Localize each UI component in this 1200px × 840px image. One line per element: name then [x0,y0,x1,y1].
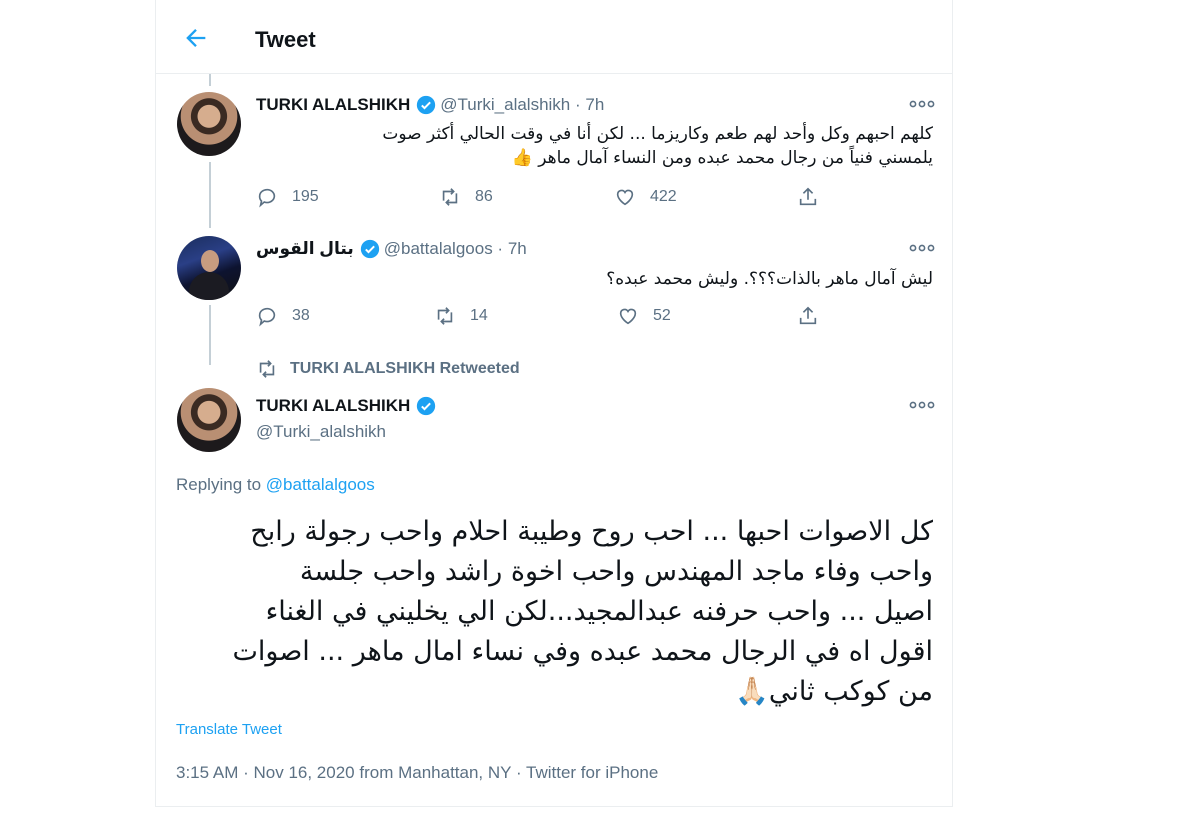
dot-separator: · [570,95,586,114]
tweet-author-row: بتال القوس @battalalgoos · 7h [256,239,527,259]
avatar[interactable] [177,236,241,300]
tweet-date[interactable]: Nov 16, 2020 [254,763,355,782]
dot-separator: · [243,763,254,782]
like-button[interactable]: 52 [617,305,671,327]
avatar-body [189,272,229,300]
like-count: 422 [650,188,677,205]
retweet-icon [437,307,453,325]
tweet-location[interactable]: from Manhattan, NY [359,763,511,782]
author-name[interactable]: بتال القوس [256,239,354,259]
author-handle[interactable]: @Turki_alalshikh [256,422,386,442]
reply-button[interactable]: 38 [256,305,310,327]
replying-to-link[interactable]: @battalalgoos [266,475,375,494]
share-icon [799,187,817,206]
page-title: Tweet [255,27,316,52]
tweet-author-row: TURKI ALALSHIKH [256,396,440,416]
tweet-text-line: يلمسني فنياً من رجال محمد عبده ومن النسا… [511,148,933,168]
tweet-column: Tweet TURKI ALALSHIKH @Turki_alalshikh ·… [155,0,953,807]
retweeted-by[interactable]: TURKI ALALSHIKH Retweeted [256,358,520,380]
tweet-time[interactable]: 3:15 AM [176,763,238,782]
main-tweet-line: اقول اه في الرجال محمد عبده وفي نساء اما… [232,636,934,667]
reply-count: 38 [292,307,310,324]
avatar-face [201,250,219,272]
verified-icon [417,95,436,115]
share-button[interactable] [797,186,833,208]
back-arrow-icon[interactable] [182,24,210,52]
main-tweet-line: اصيل ... واحب حرفنه عبدالمجيد...لكن الي … [265,596,933,627]
verified-icon [417,396,436,416]
replying-prefix: Replying to [176,475,262,494]
retweet-button[interactable]: 14 [434,305,488,327]
avatar[interactable] [177,388,241,452]
reply-icon [258,188,276,208]
dot-separator: · [492,239,508,258]
main-tweet-line: واحب وفاء ماجد المهندس واحب اخوة راشد وا… [299,556,933,587]
tweet-client[interactable]: Twitter for iPhone [526,763,658,782]
page-header: Tweet [156,0,952,74]
more-icon[interactable] [909,97,935,111]
thread-line [209,305,211,365]
author-name[interactable]: TURKI ALALSHIKH [256,396,410,416]
reply-button[interactable]: 195 [256,186,319,208]
retweet-button[interactable]: 86 [439,186,493,208]
thread-line [209,74,211,86]
thread-line [209,162,211,228]
retweeted-by-label: TURKI ALALSHIKH Retweeted [290,360,520,377]
share-button[interactable] [797,305,833,327]
like-button[interactable]: 422 [614,186,677,208]
main-tweet-line: من كوكب ثاني🙏🏻 [735,676,933,707]
more-icon[interactable] [909,398,935,412]
author-handle[interactable]: @battalalgoos [384,239,493,259]
retweet-icon [259,360,275,378]
like-icon [616,189,634,206]
main-tweet-line: كل الاصوات احبها ... احب روح وطيبة احلام… [250,516,933,547]
like-icon [619,308,637,325]
tweet-author-row: TURKI ALALSHIKH @Turki_alalshikh · 7h [256,95,604,115]
reply-count: 195 [292,188,319,205]
avatar[interactable] [177,92,241,156]
more-icon[interactable] [909,241,935,255]
tweet-time[interactable]: 7h [585,95,604,115]
author-name[interactable]: TURKI ALALSHIKH [256,95,410,115]
translate-tweet-link[interactable]: Translate Tweet [176,721,282,738]
reply-icon [258,307,276,327]
retweet-count: 14 [470,307,488,324]
tweet-text: ليش آمال ماهر بالذات؟؟؟. وليش محمد عبده؟ [606,269,933,289]
replying-to: Replying to @battalalgoos [176,475,375,495]
tweet-meta: 3:15 AM · Nov 16, 2020 from Manhattan, N… [176,763,658,783]
retweet-count: 86 [475,188,493,205]
tweet-time[interactable]: 7h [508,239,527,259]
like-count: 52 [653,307,671,324]
retweet-icon [442,188,458,206]
author-handle[interactable]: @Turki_alalshikh [440,95,570,115]
share-icon [799,306,817,325]
verified-icon [360,239,379,259]
tweet-text: كلهم احبهم وكل وأحد لهم طعم وكاريزما ...… [256,122,933,170]
main-tweet-text: كل الاصوات احبها ... احب روح وطيبة احلام… [176,512,934,712]
dot-separator: · [515,763,527,782]
tweet-text-line: كلهم احبهم وكل وأحد لهم طعم وكاريزما ...… [382,124,933,144]
